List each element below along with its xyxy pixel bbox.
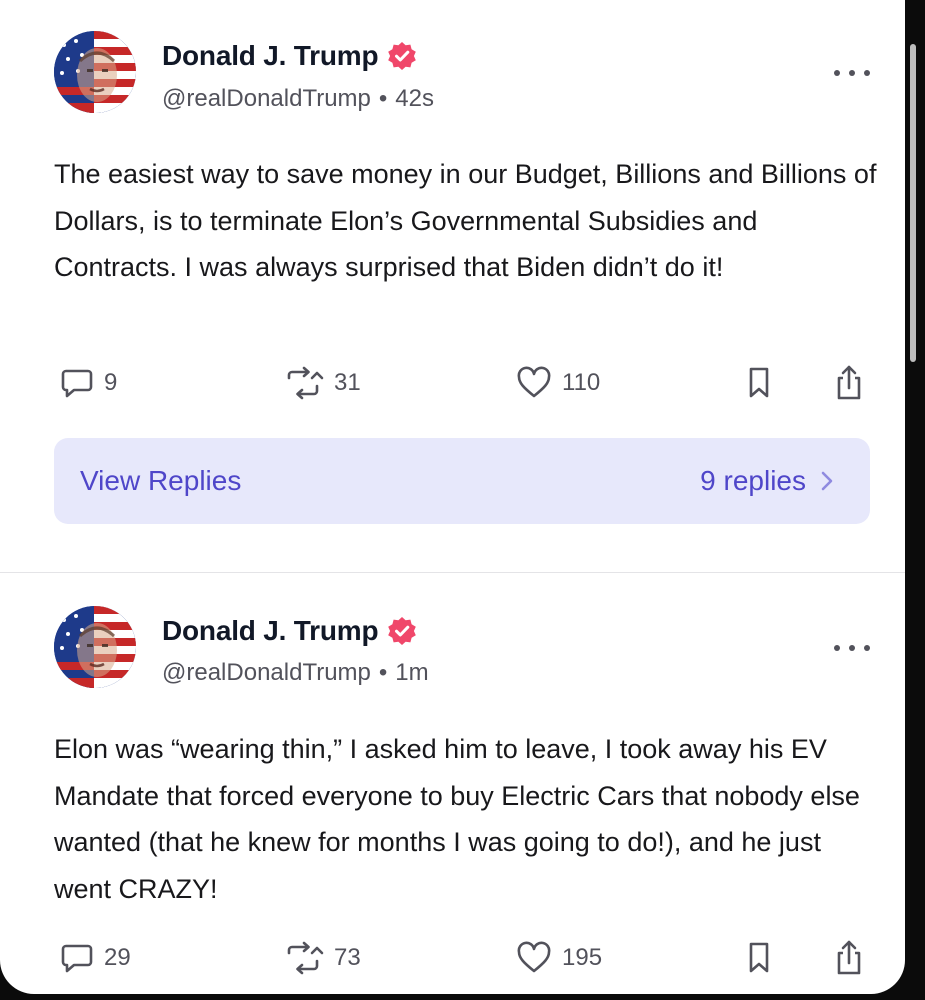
repost-icon: [287, 366, 324, 400]
repost-button[interactable]: 73: [284, 938, 361, 978]
like-count: 110: [562, 369, 601, 396]
post[interactable]: Donald J. Trump @realDonaldTrump • 1m Elon…: [0, 573, 905, 994]
more-options-icon[interactable]: [834, 640, 870, 656]
meta-separator: •: [378, 85, 388, 112]
repost-icon: [287, 941, 324, 975]
post-timestamp[interactable]: 1m: [395, 659, 428, 686]
share-button[interactable]: [832, 938, 866, 978]
bookmark-icon: [749, 367, 769, 398]
reply-button[interactable]: 29: [60, 938, 131, 978]
like-button[interactable]: 110: [516, 363, 600, 403]
author-name[interactable]: Donald J. Trump: [162, 615, 379, 647]
like-count: 195: [562, 944, 603, 971]
author-name[interactable]: Donald J. Trump: [162, 40, 379, 72]
avatar[interactable]: [54, 606, 136, 688]
heart-icon: [517, 366, 551, 398]
replies-count-text: 9 replies: [700, 465, 806, 496]
replies-count-group: 9 replies: [700, 438, 834, 524]
avatar[interactable]: [54, 31, 136, 113]
reply-count: 9: [104, 369, 118, 396]
chevron-right-icon: [821, 471, 833, 491]
post-body: Elon was “wearing thin,” I asked him to …: [54, 734, 860, 904]
heart-icon: [517, 941, 551, 973]
comment-icon: [61, 944, 93, 973]
view-replies-button[interactable]: View Replies 9 replies: [54, 438, 870, 524]
feed-screen: Donald J. Trump @realDonaldTrump • 42s The…: [0, 0, 905, 994]
share-icon: [837, 940, 861, 975]
post-meta: @realDonaldTrump • 1m: [162, 659, 429, 687]
repost-count: 73: [334, 944, 361, 971]
author-row: Donald J. Trump: [162, 40, 417, 72]
author-handle[interactable]: @realDonaldTrump: [162, 85, 371, 112]
repost-button[interactable]: 31: [284, 363, 361, 403]
post-actions: 9 31 110: [0, 363, 905, 403]
comment-icon: [61, 369, 93, 398]
verified-badge-icon: [388, 42, 417, 70]
like-button[interactable]: 195: [516, 938, 602, 978]
scrollbar[interactable]: [910, 44, 916, 362]
view-replies-label: View Replies: [80, 465, 242, 496]
reply-button[interactable]: 9: [60, 363, 117, 403]
reply-count: 29: [104, 944, 131, 971]
post-meta: @realDonaldTrump • 42s: [162, 85, 434, 113]
bookmark-icon: [749, 942, 769, 973]
share-button[interactable]: [832, 363, 866, 403]
post[interactable]: Donald J. Trump @realDonaldTrump • 42s The…: [0, 0, 905, 572]
post-actions: 29 73 195: [0, 938, 905, 978]
repost-count: 31: [334, 369, 361, 396]
author-handle[interactable]: @realDonaldTrump: [162, 659, 371, 686]
post-timestamp[interactable]: 42s: [395, 85, 434, 112]
share-icon: [837, 365, 861, 400]
verified-badge-icon: [388, 617, 417, 645]
post-body: The easiest way to save money in our Bud…: [54, 159, 877, 282]
more-options-icon[interactable]: [834, 65, 870, 81]
bookmark-button[interactable]: [746, 363, 772, 403]
meta-separator: •: [378, 659, 388, 686]
author-row: Donald J. Trump: [162, 615, 417, 647]
bookmark-button[interactable]: [746, 938, 772, 978]
